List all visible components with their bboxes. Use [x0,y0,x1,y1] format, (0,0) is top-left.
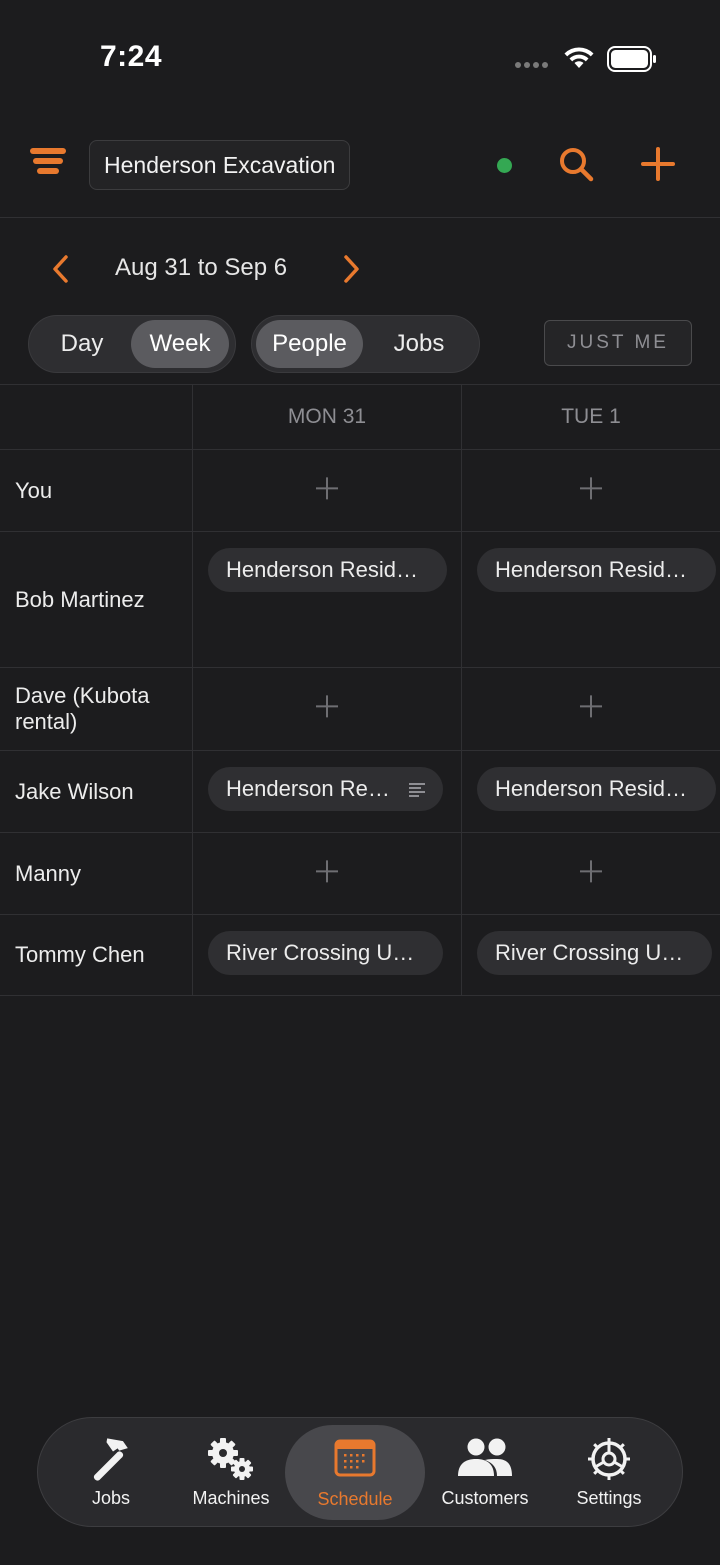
jobs-mode-button[interactable]: Jobs [363,320,475,368]
job-chip[interactable]: Henderson Resid… [477,767,716,811]
job-chip[interactable]: Henderson Resid… [477,548,716,592]
gears-icon [208,1438,253,1480]
people-mode-button[interactable]: People [256,320,364,368]
table-row: Jake Wilson Henderson Re… Henderson Resi… [0,750,720,832]
tab-settings[interactable]: Settings [559,1418,659,1526]
settings-icon [588,1438,630,1480]
person-name: Jake Wilson [15,778,134,804]
day-view-button[interactable]: Day [33,320,131,368]
table-row: You [0,449,720,531]
job-chip[interactable]: Henderson Re… [208,767,443,811]
view-toggle: Day Week [28,315,236,373]
search-icon[interactable] [558,146,596,184]
person-name: You [15,477,53,503]
job-chip-label: Henderson Re… [226,776,390,801]
add-assignment-icon[interactable] [580,695,602,718]
tab-label: Jobs [91,1488,131,1508]
add-icon[interactable] [640,146,676,182]
just-me-button[interactable]: JUST ME [544,320,692,366]
add-assignment-icon[interactable] [580,476,602,499]
add-assignment-icon[interactable] [316,476,338,499]
schedule-grid: MON 31 TUE 1 You Bob Martinez Henderson … [0,384,720,996]
grid-header-row: MON 31 TUE 1 [0,384,720,449]
table-row: Dave (Kubota rental) [0,667,720,750]
table-row: Bob Martinez Henderson Resid… Henderson … [0,531,720,667]
tab-label: Customers [441,1488,529,1508]
battery-icon [607,46,656,72]
online-status-icon [497,158,512,173]
date-range-label: Aug 31 to Sep 6 [115,254,288,281]
notes-icon [409,783,425,797]
people-icon [458,1438,512,1476]
status-bar: 7:24 [0,0,720,110]
date-navigation: Aug 31 to Sep 6 [0,240,720,300]
tab-customers[interactable]: Customers [430,1418,540,1526]
job-chip[interactable]: Henderson Resid… [208,548,447,592]
wifi-icon [564,47,594,68]
add-assignment-icon[interactable] [316,859,338,882]
person-name: Bob Martinez [15,586,145,612]
tab-label: Settings [576,1488,642,1508]
mode-toggle: People Jobs [251,315,480,373]
status-time: 7:24 [100,40,163,73]
company-selector[interactable]: Henderson Excavation [89,140,351,190]
job-chip[interactable]: River Crossing U… [208,931,443,975]
tab-schedule[interactable]: Schedule [285,1425,425,1520]
person-name: Tommy Chen [15,942,145,967]
add-assignment-icon[interactable] [580,859,602,882]
tab-bar: Jobs Machines Schedule Customers Setting… [37,1417,683,1527]
hammer-icon [93,1438,128,1481]
chevron-left-icon[interactable] [46,252,76,286]
person-name: Dave (Kubota rental) [15,683,150,734]
add-assignment-icon[interactable] [316,695,338,718]
app-header: Henderson Excavation [0,130,720,218]
tab-label: Schedule [317,1489,393,1509]
chevron-right-icon[interactable] [336,252,366,286]
day-header: MON 31 [193,385,462,449]
day-header: TUE 1 [561,405,621,428]
job-chip[interactable]: River Crossing U… [477,931,712,975]
menu-icon[interactable] [30,148,70,180]
calendar-icon [334,1439,376,1477]
table-row: Tommy Chen River Crossing U… River Cross… [0,914,720,996]
table-row: Manny [0,832,720,914]
week-view-button[interactable]: Week [131,320,229,368]
tab-label: Machines [192,1488,270,1508]
tab-machines[interactable]: Machines [176,1418,286,1526]
tab-jobs[interactable]: Jobs [60,1418,162,1526]
person-name: Manny [15,860,82,886]
cellular-signal-icon [515,62,548,68]
